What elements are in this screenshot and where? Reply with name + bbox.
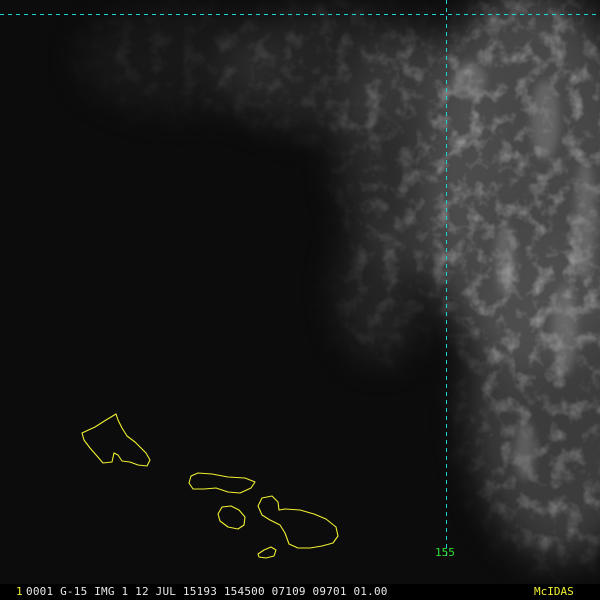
satellite-image-viewport[interactable]: 155 1 0001 G-15 IMG 1 12 JUL 15193 15450… <box>0 0 600 600</box>
frame-info-text: 0001 G-15 IMG 1 12 JUL 15193 154500 0710… <box>26 585 388 598</box>
satellite-image <box>0 0 600 600</box>
status-bar: 1 0001 G-15 IMG 1 12 JUL 15193 154500 07… <box>0 584 600 600</box>
mcidas-brand: McIDAS <box>534 585 574 598</box>
longitude-label: 155 <box>435 546 455 559</box>
frame-index: 1 <box>16 585 23 598</box>
